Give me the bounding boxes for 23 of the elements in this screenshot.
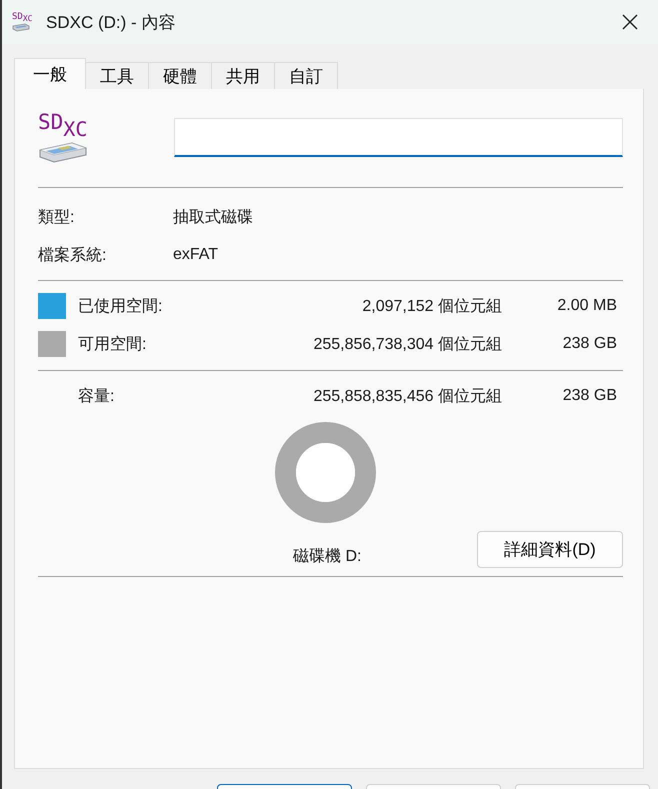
window-title: SDXC (D:) - 內容 <box>46 12 176 34</box>
field-label: 檔案系統: <box>38 245 108 266</box>
usage-label: 可用空間: <box>78 334 148 354</box>
bytes-value: 255,856,738,304 個位元組 <box>312 334 502 354</box>
tab[interactable]: 一般 <box>14 58 86 89</box>
name-field[interactable] <box>174 118 623 157</box>
bytes-value: 255,858,835,456 個位元組 <box>312 386 502 406</box>
field-value: 抽取式磁碟 <box>173 208 253 228</box>
bytes-value: 2,097,152 個位元組 <box>361 296 502 316</box>
field-value: exFAT <box>173 246 218 264</box>
usage-label: 已使用空間: <box>78 296 164 316</box>
tab[interactable]: 共用 <box>212 62 275 89</box>
tab[interactable]: 工具 <box>86 62 149 89</box>
size-value: 238 GB <box>562 387 617 405</box>
drive-label: 磁碟機 D: <box>293 546 362 566</box>
size-value: 238 GB <box>562 335 617 353</box>
close-icon[interactable] <box>622 14 638 30</box>
field-label: 類型: <box>38 208 76 228</box>
tab[interactable]: 硬體 <box>149 62 212 89</box>
tab[interactable]: 自訂 <box>275 62 338 89</box>
capacity-label: 容量: <box>78 386 116 406</box>
size-value: 2.00 MB <box>556 297 617 315</box>
details-button[interactable]: 詳細資料(D) <box>477 530 623 568</box>
